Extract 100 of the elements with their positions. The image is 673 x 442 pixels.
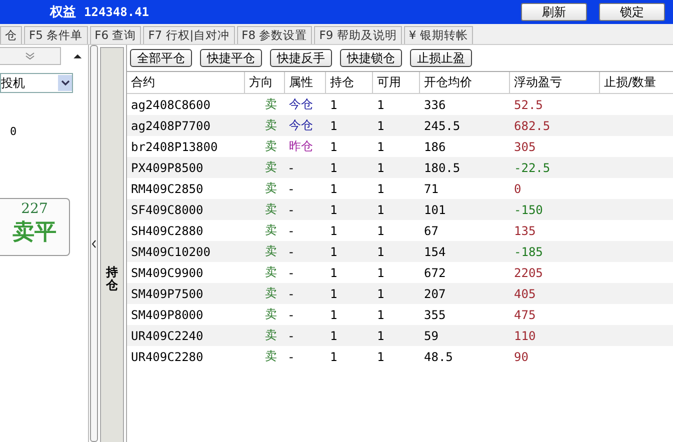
table-cell-text: ag2408P7700 xyxy=(130,118,212,135)
table-cell-text: 卖 xyxy=(264,243,278,260)
table-cell-text: - xyxy=(288,306,294,324)
table-cell-text: 1 xyxy=(376,180,386,198)
tab[interactable]: F9 帮助及说明 xyxy=(314,26,402,44)
action-button[interactable]: 快捷平仓 xyxy=(200,49,262,67)
table-cell-text: SM409P8000 xyxy=(130,306,204,324)
table-cell-text: 1 xyxy=(329,180,338,198)
table-cell-text: SH409C2880 xyxy=(130,222,204,240)
table-cell-text: 1 xyxy=(376,202,386,218)
table-cell-text: SM409C10200 xyxy=(130,244,212,260)
table-cell-text: 2205 xyxy=(513,264,544,282)
table-cell-text: 672 xyxy=(423,264,447,282)
chevron-left-icon xyxy=(92,240,96,248)
table-cell-text: PX409P8500 xyxy=(130,160,204,176)
table-cell-text: 1 xyxy=(376,348,386,366)
table-cell-text: 90 xyxy=(513,348,530,366)
table-cell-text: 305 xyxy=(513,138,537,156)
table-cell-text: UR409C2240 xyxy=(130,328,204,344)
table-cell-text: 1 xyxy=(329,328,338,344)
table-cell-text: 67 xyxy=(423,222,440,240)
lock-button[interactable]: 锁定 xyxy=(599,3,665,21)
table-cell-text: 卖 xyxy=(264,138,278,155)
tab[interactable]: ¥ 银期转帐 xyxy=(404,26,473,44)
table-cell-text: 1 xyxy=(376,286,386,302)
table-cell-text: 1 xyxy=(376,160,386,176)
collapse-button[interactable]: ⏶ xyxy=(73,50,82,62)
table-cell-text: 卖 xyxy=(264,159,278,176)
table-cell-text: - xyxy=(288,202,294,218)
table-cell-text: 110 xyxy=(513,328,537,344)
table-cell-text: 1 xyxy=(376,328,386,344)
tab[interactable]: F8 参数设置 xyxy=(236,26,312,44)
table-cell-text: -150 xyxy=(513,202,544,218)
order-button[interactable]: 227 卖平 xyxy=(0,198,70,256)
table-cell-text: 48.5 xyxy=(423,348,454,366)
table-cell-text: 1 xyxy=(329,222,338,240)
table-cell-text: 1 xyxy=(376,118,386,134)
table-cell-text: 154 xyxy=(423,244,447,260)
table-cell-text: 1 xyxy=(376,244,386,260)
table-cell-text: 52.5 xyxy=(513,96,544,114)
tab[interactable]: F7 行权|自对冲 xyxy=(143,26,235,44)
positions-side-tab[interactable]: 持仓 xyxy=(100,47,124,442)
table-cell-text: 1 xyxy=(376,222,386,240)
table-cell-text: 卖 xyxy=(264,180,278,197)
tab[interactable]: F6 查询 xyxy=(90,26,142,44)
table-cell-text: 卖 xyxy=(264,96,278,113)
table-cell-text: 卖 xyxy=(264,327,278,344)
action-button[interactable]: 快捷反手 xyxy=(270,49,332,67)
equity-label: 权益 xyxy=(50,4,76,21)
table-cell-text: - xyxy=(288,180,294,198)
table-cell-text: 1 xyxy=(376,264,386,282)
table-cell-text: -22.5 xyxy=(513,160,552,176)
table-cell-text: - xyxy=(288,328,294,344)
table-cell-text: 405 xyxy=(513,286,537,302)
caret-icon xyxy=(60,80,70,86)
table-cell-text: 1 xyxy=(329,138,338,156)
table-cell-text: 475 xyxy=(513,306,537,324)
table-cell-text: 355 xyxy=(423,306,447,324)
action-button[interactable]: 快捷锁仓 xyxy=(340,49,402,67)
table-cell-text: SM409P7500 xyxy=(130,286,204,302)
table-cell-text: 1 xyxy=(329,160,338,176)
tab[interactable]: 仓 xyxy=(0,26,22,44)
table-cell-text: 135 xyxy=(513,222,537,240)
table-cell-text: - xyxy=(288,264,294,282)
action-button[interactable]: 止损止盈 xyxy=(410,49,472,67)
table-cell-text: - xyxy=(288,222,294,240)
table-cell-text: 今仓 xyxy=(288,96,314,113)
table-cell-text: 卖 xyxy=(264,348,278,365)
table-cell-text: 1 xyxy=(376,138,386,156)
splitter-handle[interactable] xyxy=(90,45,98,442)
table-cell-text: ag2408C8600 xyxy=(130,96,212,114)
equity-value: 124348.41 xyxy=(84,5,150,19)
table-cell-text: 1 xyxy=(376,306,386,324)
table-cell-text: - xyxy=(288,160,294,176)
table-cell-text: 1 xyxy=(329,202,338,218)
table-cell-text: UR409C2280 xyxy=(130,348,204,366)
table-cell-text: 101 xyxy=(423,202,447,218)
table-cell-text: 336 xyxy=(423,96,447,114)
table-cell-text: SM409C9900 xyxy=(130,264,204,282)
table-cell-text: 卖 xyxy=(264,285,278,302)
table-cell-text: 卖 xyxy=(264,222,278,239)
double-chevron-icon xyxy=(25,52,35,60)
tab[interactable]: F5 条件单 xyxy=(24,26,88,44)
table-cell-text: 今仓 xyxy=(288,117,314,134)
table-cell-text: 卖 xyxy=(264,306,278,323)
table-cell-text: 207 xyxy=(423,286,447,302)
table-cell-text: 1 xyxy=(329,264,338,282)
action-button[interactable]: 全部平仓 xyxy=(130,49,192,67)
table-cell-text: 245.5 xyxy=(423,118,462,134)
table-cell-text: br2408P13800 xyxy=(130,138,219,156)
table-cell-text: 1 xyxy=(329,96,338,114)
table-cell-text: 1 xyxy=(329,306,338,324)
hedge-dropdown[interactable]: 投机 xyxy=(0,73,73,93)
expand-tab[interactable] xyxy=(0,47,61,65)
table-cell-text: 0 xyxy=(513,180,522,198)
table-cell-text: - xyxy=(288,244,294,260)
table-cell-text: 71 xyxy=(423,180,440,198)
table-cell-text: - xyxy=(288,286,294,302)
refresh-button[interactable]: 刷新 xyxy=(521,3,587,21)
table-cell-text: 昨仓 xyxy=(288,138,314,155)
